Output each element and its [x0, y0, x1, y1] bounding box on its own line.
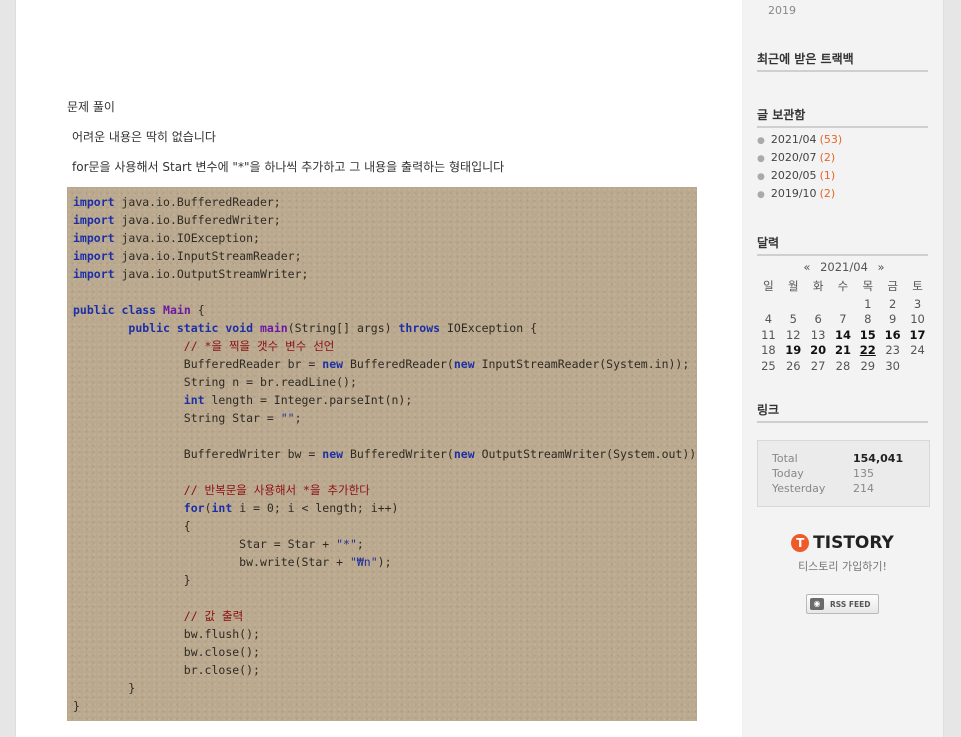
archive-item[interactable]: ● 2021/04 (53) [757, 131, 842, 149]
calendar-month: 2021/04 [820, 260, 868, 274]
tistory-wordmark: TISTORY [813, 533, 894, 553]
calendar-day-link[interactable]: 21 [831, 343, 856, 359]
post-paragraph: 어려운 내용은 딱히 없습니다 [72, 130, 216, 144]
calendar-week: 18 19 20 21 22 23 24 [761, 343, 925, 359]
calendar-prev-button[interactable]: « [803, 260, 810, 274]
calendar-weekdays: 일 월 화 수 목 금 토 [763, 279, 923, 293]
archive-item[interactable]: ● 2020/05 (1) [757, 167, 842, 185]
archive-item[interactable]: ● 2019/10 (2) [757, 185, 842, 203]
calendar-day-link[interactable]: 16 [880, 327, 905, 343]
rss-icon: ◉ [810, 598, 824, 610]
tistory-join-link[interactable]: 티스토리 가입하기! [757, 558, 928, 574]
tistory-block: T TISTORY 티스토리 가입하기! [757, 532, 928, 574]
calendar-week: 1 2 3 [864, 296, 922, 311]
page: 문제 풀이 어려운 내용은 딱히 없습니다 for문을 사용해서 Start 변… [16, 0, 943, 737]
calendar-week: 4 5 6 7 8 9 10 [764, 312, 925, 327]
code-block: import java.io.BufferedReader; import ja… [67, 187, 697, 721]
calendar-day-link[interactable]: 20 [806, 343, 831, 359]
calendar-day-link[interactable]: 15 [855, 327, 880, 343]
calendar: « 2021/04 » 일 월 화 수 목 금 토 1 2 3 4 5 6 7 … [756, 258, 932, 374]
calendar-day-link[interactable]: 19 [781, 343, 806, 359]
trackback-title: 최근에 받은 트랙백 [757, 50, 928, 72]
bullet-icon: ● [757, 172, 765, 182]
counter-yesterday: Yesterday 214 [772, 482, 874, 495]
archive-year-link[interactable]: 2019 [768, 4, 796, 17]
calendar-next-button[interactable]: » [878, 260, 885, 274]
calendar-title: 달력 [757, 234, 928, 256]
calendar-week: 11 12 13 14 15 16 17 [756, 327, 930, 343]
calendar-day-link[interactable]: 17 [905, 327, 930, 343]
archive-item[interactable]: ● 2020/07 (2) [757, 149, 842, 167]
archive-title: 글 보관함 [757, 106, 928, 128]
links-title: 링크 [757, 401, 928, 423]
calendar-week: 25 26 27 28 29 30 [761, 358, 900, 373]
visitor-counter: Total 154,041 Today 135 Yesterday 214 [757, 440, 930, 507]
archive-list: ● 2021/04 (53) ● 2020/07 (2) ● 2020/05 (1) ● 20… [757, 131, 842, 203]
bullet-icon: ● [757, 136, 765, 146]
code-text: import java.io.BufferedReader; import ja… [73, 195, 697, 713]
tistory-icon: T [791, 534, 810, 552]
rss-feed-button[interactable]: ◉ RSS FEED [806, 594, 879, 614]
bullet-icon: ● [757, 154, 765, 164]
sidebar: 2019 최근에 받은 트랙백 글 보관함 ● 2021/04 (53) ● 2020… [742, 0, 943, 737]
calendar-day-link[interactable]: 14 [831, 327, 856, 343]
post-paragraph: for문을 사용해서 Start 변수에 "*"을 하나씩 추가하고 그 내용을… [72, 160, 505, 174]
calendar-grid: 일 월 화 수 목 금 토 1 2 3 4 5 6 7 8 9 10 11 12… [756, 276, 930, 374]
post-heading: 문제 풀이 [67, 100, 115, 114]
calendar-header: « 2021/04 » [756, 258, 932, 276]
post-content: 문제 풀이 어려운 내용은 딱히 없습니다 for문을 사용해서 Start 변… [16, 0, 742, 737]
calendar-today[interactable]: 22 [855, 343, 880, 359]
counter-total: Total 154,041 [772, 452, 904, 465]
counter-today: Today 135 [772, 467, 874, 480]
tistory-logo[interactable]: T TISTORY [791, 533, 894, 553]
bullet-icon: ● [757, 190, 765, 200]
